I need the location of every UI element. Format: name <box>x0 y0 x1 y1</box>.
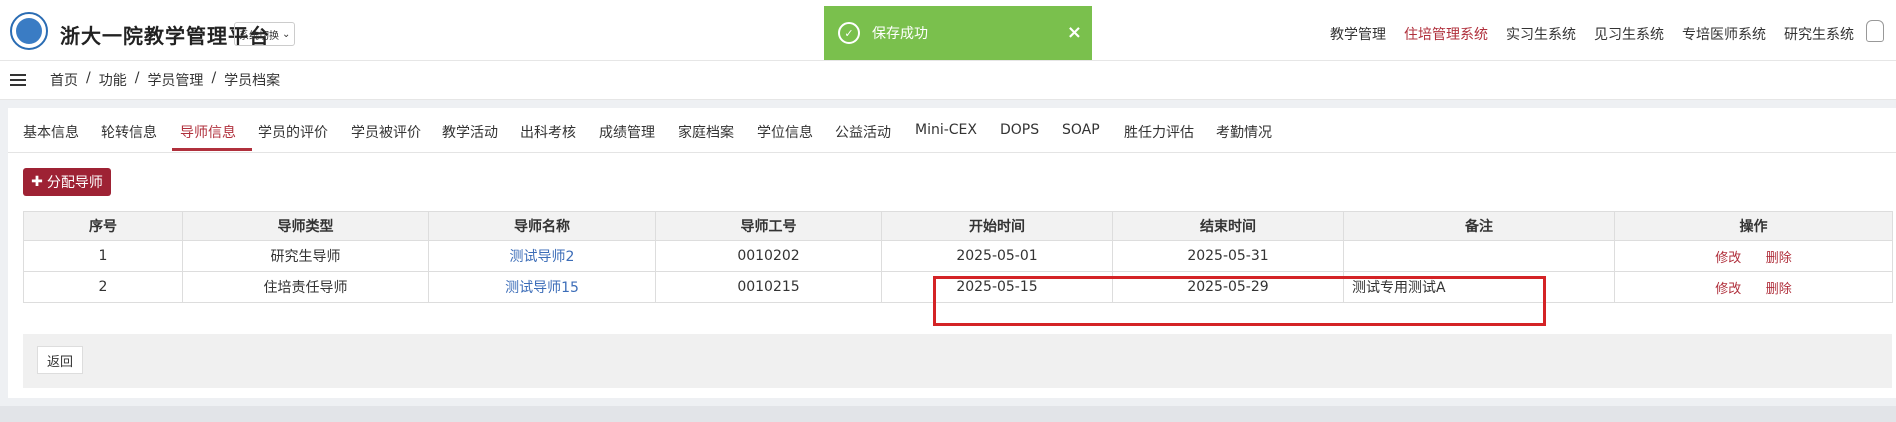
form-footer: 返回 <box>23 334 1892 388</box>
col-header-name: 导师名称 <box>428 211 656 241</box>
tab-family-archive[interactable]: 家庭档案 <box>678 122 734 142</box>
cell-name: 测试导师15 <box>428 271 656 303</box>
edit-link[interactable]: 修改 <box>1715 251 1741 266</box>
tab-public-welfare[interactable]: 公益活动 <box>835 122 891 142</box>
nav-residency[interactable]: 住培管理系统 <box>1404 24 1488 44</box>
col-header-end: 结束时间 <box>1112 211 1344 241</box>
col-header-actions: 操作 <box>1614 211 1893 241</box>
tab-basic-info[interactable]: 基本信息 <box>23 122 79 142</box>
cell-actions: 修改 删除 <box>1614 240 1893 272</box>
cell-end: 2025-05-29 <box>1112 271 1344 303</box>
tab-teaching-activity[interactable]: 教学活动 <box>442 122 498 142</box>
cell-id: 0010202 <box>655 240 882 272</box>
tab-mini-cex[interactable]: Mini-CEX <box>915 122 977 138</box>
back-button[interactable]: 返回 <box>37 346 83 374</box>
nav-teaching[interactable]: 教学管理 <box>1330 24 1386 44</box>
cell-type: 研究生导师 <box>182 240 429 272</box>
system-switch-label: 系统切换 <box>239 30 279 42</box>
cell-name: 测试导师2 <box>428 240 656 272</box>
cell-id: 0010215 <box>655 271 882 303</box>
nav-graduate[interactable]: 研究生系统 <box>1784 24 1854 44</box>
nav-intern[interactable]: 实习生系统 <box>1506 24 1576 44</box>
assign-mentor-button[interactable]: ✚ 分配导师 <box>23 168 111 196</box>
breadcrumb-sep: / <box>134 70 140 86</box>
table-row: 1 研究生导师 测试导师2 0010202 2025-05-01 2025-05… <box>23 240 1893 272</box>
user-icon[interactable] <box>1866 20 1884 42</box>
col-header-start: 开始时间 <box>881 211 1113 241</box>
breadcrumb-bar: 首页 / 功能 / 学员管理 / 学员档案 <box>0 61 1896 100</box>
mentor-name-link[interactable]: 测试导师2 <box>510 249 575 265</box>
breadcrumb-sep: / <box>86 70 91 86</box>
check-circle-icon: ✓ <box>838 22 860 44</box>
tab-soap[interactable]: SOAP <box>1062 122 1100 138</box>
col-header-no: 序号 <box>23 211 183 241</box>
cell-no: 2 <box>23 271 183 303</box>
success-toast: ✓ 保存成功 × <box>824 6 1092 60</box>
tab-bar: 基本信息 轮转信息 导师信息 学员的评价 学员被评价 教学活动 出科考核 成绩管… <box>8 108 1896 153</box>
toast-message: 保存成功 <box>872 26 928 42</box>
logo-icon <box>10 12 48 50</box>
system-switch-dropdown[interactable]: 系统切换 ⌄ <box>234 22 296 46</box>
cell-actions: 修改 删除 <box>1614 271 1893 303</box>
cell-start: 2025-05-15 <box>881 271 1113 303</box>
breadcrumb: 首页 / 功能 / 学员管理 / 学员档案 <box>50 70 280 90</box>
cell-end: 2025-05-31 <box>1112 240 1344 272</box>
breadcrumb-student-archive: 学员档案 <box>224 73 281 89</box>
table-header-row: 序号 导师类型 导师名称 导师工号 开始时间 结束时间 备注 操作 <box>23 211 1893 241</box>
plus-icon: ✚ <box>31 174 43 190</box>
assign-mentor-label: 分配导师 <box>46 175 103 191</box>
tab-rotation-info[interactable]: 轮转信息 <box>101 122 157 142</box>
tab-competency[interactable]: 胜任力评估 <box>1124 122 1194 142</box>
bottom-strip <box>0 406 1896 422</box>
table-row: 2 住培责任导师 测试导师15 0010215 2025-05-15 2025-… <box>23 271 1893 303</box>
tab-student-evaluated[interactable]: 学员被评价 <box>351 122 421 142</box>
breadcrumb-sep: / <box>211 70 217 86</box>
active-tab-indicator <box>172 148 252 151</box>
cell-no: 1 <box>23 240 183 272</box>
cell-type: 住培责任导师 <box>182 271 429 303</box>
cell-remark <box>1343 240 1615 272</box>
col-header-remark: 备注 <box>1343 211 1615 241</box>
top-nav: 教学管理 住培管理系统 实习生系统 见习生系统 专培医师系统 研究生系统 <box>1330 24 1854 44</box>
tab-attendance[interactable]: 考勤情况 <box>1216 122 1272 142</box>
tab-degree-info[interactable]: 学位信息 <box>757 122 813 142</box>
breadcrumb-function[interactable]: 功能 <box>99 70 127 90</box>
close-icon[interactable]: × <box>1067 22 1082 43</box>
nav-trainee[interactable]: 见习生系统 <box>1594 24 1664 44</box>
content-panel: 基本信息 轮转信息 导师信息 学员的评价 学员被评价 教学活动 出科考核 成绩管… <box>8 108 1896 398</box>
breadcrumb-home[interactable]: 首页 <box>50 70 78 90</box>
tab-grade-mgmt[interactable]: 成绩管理 <box>599 122 655 142</box>
breadcrumb-student-mgmt[interactable]: 学员管理 <box>147 70 203 90</box>
tab-mentor-info[interactable]: 导师信息 <box>180 122 236 142</box>
edit-link[interactable]: 修改 <box>1715 282 1741 297</box>
menu-icon[interactable] <box>10 74 26 86</box>
tab-dept-exam[interactable]: 出科考核 <box>520 122 576 142</box>
cell-start: 2025-05-01 <box>881 240 1113 272</box>
mentor-table: 序号 导师类型 导师名称 导师工号 开始时间 结束时间 备注 操作 1 研究生导… <box>23 211 1893 303</box>
tab-dops[interactable]: DOPS <box>1000 122 1039 138</box>
chevron-down-icon: ⌄ <box>282 28 291 40</box>
mentor-name-link[interactable]: 测试导师15 <box>505 280 579 296</box>
delete-link[interactable]: 删除 <box>1766 251 1792 266</box>
col-header-type: 导师类型 <box>182 211 429 241</box>
col-header-id: 导师工号 <box>655 211 882 241</box>
delete-link[interactable]: 删除 <box>1766 282 1792 297</box>
cell-remark: 测试专用测试A <box>1343 271 1615 303</box>
nav-specialist[interactable]: 专培医师系统 <box>1682 24 1766 44</box>
tab-student-evaluation[interactable]: 学员的评价 <box>258 122 328 142</box>
